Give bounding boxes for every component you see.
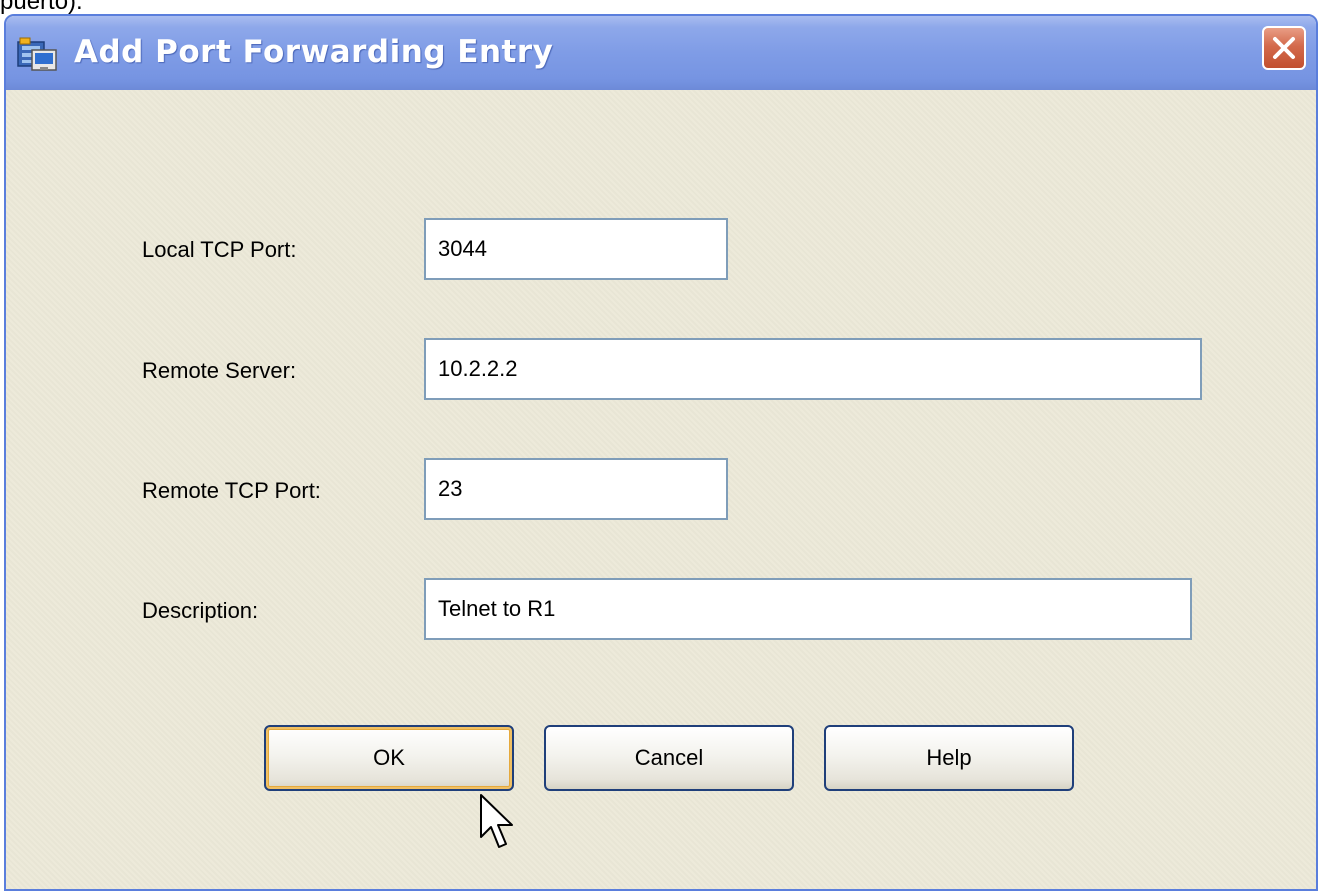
- cancel-button[interactable]: Cancel: [544, 725, 794, 791]
- remote-tcp-port-label: Remote TCP Port:: [142, 478, 321, 503]
- local-tcp-port-label: Local TCP Port:: [142, 237, 297, 262]
- description-label: Description:: [142, 598, 259, 623]
- close-button[interactable]: [1262, 26, 1306, 70]
- help-button[interactable]: Help: [824, 725, 1074, 791]
- add-port-forwarding-dialog: Add Port Forwarding Entry Local TCP Port…: [4, 14, 1318, 891]
- port-forwarding-icon: [16, 36, 60, 74]
- remote-server-input[interactable]: [424, 338, 1202, 400]
- close-icon: [1273, 37, 1295, 59]
- remote-server-label: Remote Server:: [142, 358, 297, 383]
- remote-tcp-port-input[interactable]: [424, 458, 728, 520]
- dialog-title: Add Port Forwarding Entry: [74, 34, 554, 70]
- ok-button[interactable]: OK: [264, 725, 514, 791]
- description-input[interactable]: [424, 578, 1192, 640]
- title-bar[interactable]: Add Port Forwarding Entry: [6, 16, 1316, 90]
- local-tcp-port-input[interactable]: [424, 218, 728, 280]
